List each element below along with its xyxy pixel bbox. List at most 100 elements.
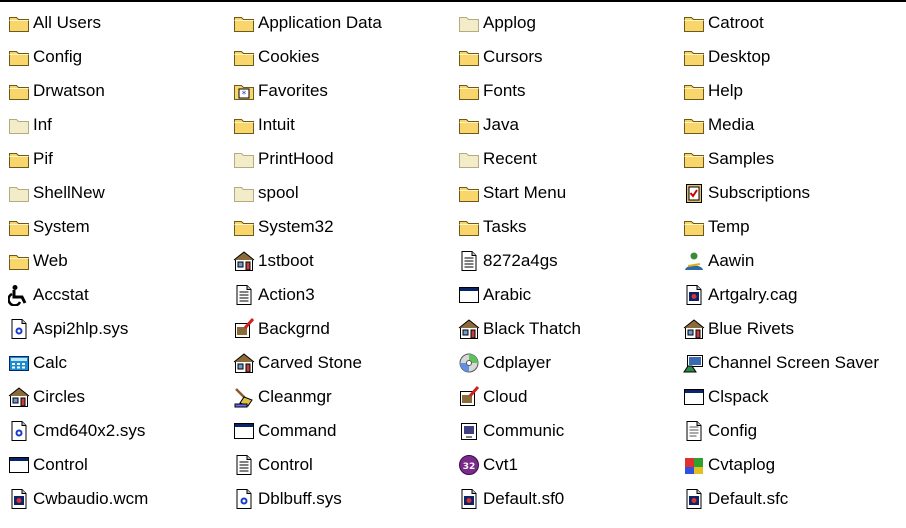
file-item[interactable]: Media (675, 108, 906, 142)
file-item[interactable]: Desktop (675, 40, 906, 74)
folder-hidden-icon (233, 148, 255, 170)
file-item-label: All Users (33, 13, 102, 32)
file-item[interactable]: Intuit (225, 108, 450, 142)
file-item[interactable]: 1stboot (225, 244, 450, 278)
media-file-icon (458, 488, 480, 510)
file-item-label: Artgalry.cag (708, 285, 798, 304)
file-item[interactable]: 32 Cvt1 (450, 448, 675, 482)
communications-icon (458, 420, 480, 442)
cleanup-icon (233, 386, 255, 408)
file-item[interactable]: Config (0, 40, 225, 74)
file-item[interactable]: Control (225, 448, 450, 482)
file-item[interactable]: Help (675, 74, 906, 108)
file-item[interactable]: Circles (0, 380, 225, 414)
file-item[interactable]: Cmd640x2.sys (0, 414, 225, 448)
file-item[interactable]: Cursors (450, 40, 675, 74)
file-item-label: Drwatson (33, 81, 105, 100)
file-item-label: System (33, 217, 90, 236)
text-document-icon (233, 284, 255, 306)
file-item-label: Temp (708, 217, 750, 236)
file-item[interactable]: Recent (450, 142, 675, 176)
file-item-label: Help (708, 81, 743, 100)
file-item[interactable]: Applog (450, 6, 675, 40)
file-item-label: Arabic (483, 285, 532, 304)
file-item-label: Desktop (708, 47, 771, 66)
file-item[interactable]: Drwatson (0, 74, 225, 108)
file-item[interactable]: Black Thatch (450, 312, 675, 346)
file-item[interactable]: Web (0, 244, 225, 278)
file-item[interactable]: Config (675, 414, 906, 448)
file-item-label: Applog (483, 13, 536, 32)
file-item[interactable]: System32 (225, 210, 450, 244)
file-item[interactable]: spool (225, 176, 450, 210)
file-item[interactable]: Accstat (0, 278, 225, 312)
file-item[interactable]: Cloud (450, 380, 675, 414)
file-item[interactable]: Subscriptions (675, 176, 906, 210)
file-item[interactable]: Artgalry.cag (675, 278, 906, 312)
application-window-icon (458, 284, 480, 306)
file-item[interactable]: Cdplayer (450, 346, 675, 380)
file-item[interactable]: Cvtaplog (675, 448, 906, 482)
file-item[interactable]: Communic (450, 414, 675, 448)
file-item[interactable]: Temp (675, 210, 906, 244)
file-item[interactable]: 8272a4gs (450, 244, 675, 278)
file-item[interactable]: Default.sfc (675, 482, 906, 516)
file-item[interactable]: Catroot (675, 6, 906, 40)
folder-icon (458, 80, 480, 102)
file-item[interactable]: Calc (0, 346, 225, 380)
file-item-label: Black Thatch (483, 319, 581, 338)
file-item[interactable]: Cleanmgr (225, 380, 450, 414)
file-item[interactable]: Pif (0, 142, 225, 176)
file-item-label: Control (258, 455, 313, 474)
file-item[interactable]: Cwbaudio.wcm (0, 482, 225, 516)
folder-icon (8, 216, 30, 238)
file-item-label: Cloud (483, 387, 528, 406)
file-item[interactable]: ShellNew (0, 176, 225, 210)
file-item[interactable]: Cookies (225, 40, 450, 74)
file-item[interactable]: Control (0, 448, 225, 482)
file-item-label: Control (33, 455, 88, 474)
file-item-label: Web (33, 251, 68, 270)
file-item[interactable]: Default.sf0 (450, 482, 675, 516)
folder-icon (8, 148, 30, 170)
file-grid: All Users Application Data Applog Catroot Co… (0, 6, 906, 516)
file-item[interactable]: All Users (0, 6, 225, 40)
file-item[interactable]: Aspi2hlp.sys (0, 312, 225, 346)
file-item[interactable]: Blue Rivets (675, 312, 906, 346)
file-item-label: Action3 (258, 285, 315, 304)
calculator-icon (8, 352, 30, 374)
folder-icon (8, 80, 30, 102)
folder-hidden-icon (458, 12, 480, 34)
screensaver-icon (683, 352, 705, 374)
file-item[interactable]: PrintHood (225, 142, 450, 176)
folder-icon (683, 12, 705, 34)
folder-icon (458, 46, 480, 68)
file-item[interactable]: Command (225, 414, 450, 448)
file-item-label: Cvtaplog (708, 455, 776, 474)
file-item[interactable]: System (0, 210, 225, 244)
folder-icon (8, 250, 30, 272)
file-item[interactable]: Dblbuff.sys (225, 482, 450, 516)
file-item[interactable]: Channel Screen Saver (675, 346, 906, 380)
file-item[interactable]: Tasks (450, 210, 675, 244)
file-item[interactable]: Aawin (675, 244, 906, 278)
file-item[interactable]: Application Data (225, 6, 450, 40)
file-item[interactable]: Inf (0, 108, 225, 142)
file-item[interactable]: Backgrnd (225, 312, 450, 346)
aawin-icon (683, 250, 705, 272)
file-item[interactable]: Start Menu (450, 176, 675, 210)
file-item-label: Aawin (708, 251, 755, 270)
folder-icon (233, 114, 255, 136)
file-item[interactable]: Clspack (675, 380, 906, 414)
favorites-folder-icon: * (233, 80, 255, 102)
file-item[interactable]: Java (450, 108, 675, 142)
file-item[interactable]: Arabic (450, 278, 675, 312)
file-item-label: Accstat (33, 285, 89, 304)
file-item[interactable]: Fonts (450, 74, 675, 108)
file-item[interactable]: Carved Stone (225, 346, 450, 380)
file-item[interactable]: Samples (675, 142, 906, 176)
file-item[interactable]: * Favorites (225, 74, 450, 108)
file-item-label: Application Data (258, 13, 382, 32)
media-file-icon (683, 488, 705, 510)
file-item[interactable]: Action3 (225, 278, 450, 312)
